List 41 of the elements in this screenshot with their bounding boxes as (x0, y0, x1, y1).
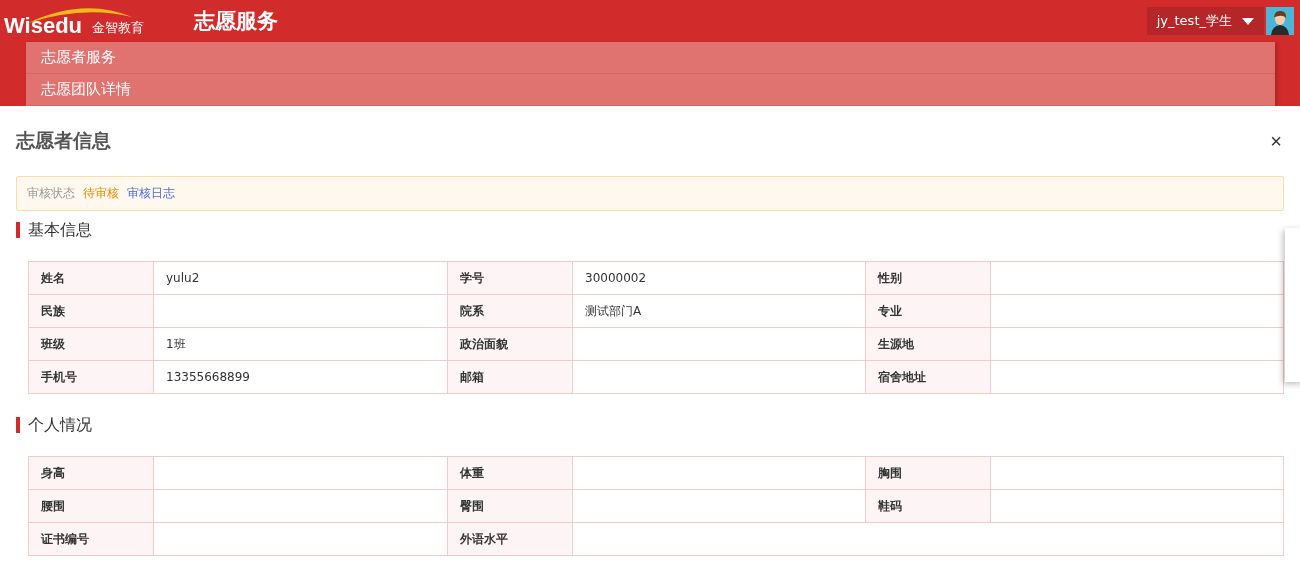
user-menu-button[interactable]: jy_test_学生 (1146, 7, 1264, 35)
section-marker (16, 417, 20, 433)
dialog-title: 志愿者信息 (16, 128, 111, 153)
field-label: 姓名 (29, 262, 154, 295)
field-label: 班级 (29, 328, 154, 361)
field-label: 学号 (448, 262, 573, 295)
field-label: 政治面貌 (448, 328, 573, 361)
avatar-icon[interactable] (1266, 7, 1294, 35)
field-value: 测试部门A (573, 295, 866, 328)
field-label: 手机号 (29, 361, 154, 394)
field-label: 臀围 (448, 490, 573, 523)
section-title: 个人情况 (28, 414, 92, 436)
logo-subtext: 金智教育 (92, 19, 145, 37)
app-title: 志愿服务 (194, 8, 278, 35)
field-label: 邮箱 (448, 361, 573, 394)
field-value: 13355668899 (154, 361, 448, 394)
field-label: 宿舍地址 (866, 361, 991, 394)
field-label: 胸围 (866, 457, 991, 490)
field-label: 专业 (866, 295, 991, 328)
review-log-link[interactable]: 审核日志 (127, 185, 175, 202)
status-value: 待审核 (83, 185, 119, 202)
status-label: 审核状态 (27, 185, 75, 202)
field-value: 30000002 (573, 262, 866, 295)
field-label: 院系 (448, 295, 573, 328)
close-button[interactable]: × (1268, 129, 1284, 153)
menu-item[interactable]: 志愿者服务 (26, 42, 1275, 74)
logo-text: Wisedu (4, 15, 83, 40)
field-value: yulu2 (154, 262, 448, 295)
field-label: 性别 (866, 262, 991, 295)
field-label: 鞋码 (866, 490, 991, 523)
section-title: 基本信息 (28, 219, 92, 241)
field-label: 身高 (29, 457, 154, 490)
field-value: 1班 (154, 328, 448, 361)
field-label: 体重 (448, 457, 573, 490)
field-label: 证书编号 (29, 523, 154, 556)
section-marker (16, 222, 20, 238)
field-label: 外语水平 (448, 523, 573, 556)
caret-icon (1242, 17, 1254, 25)
field-label: 民族 (29, 295, 154, 328)
field-label: 腰围 (29, 490, 154, 523)
field-label: 生源地 (866, 328, 991, 361)
